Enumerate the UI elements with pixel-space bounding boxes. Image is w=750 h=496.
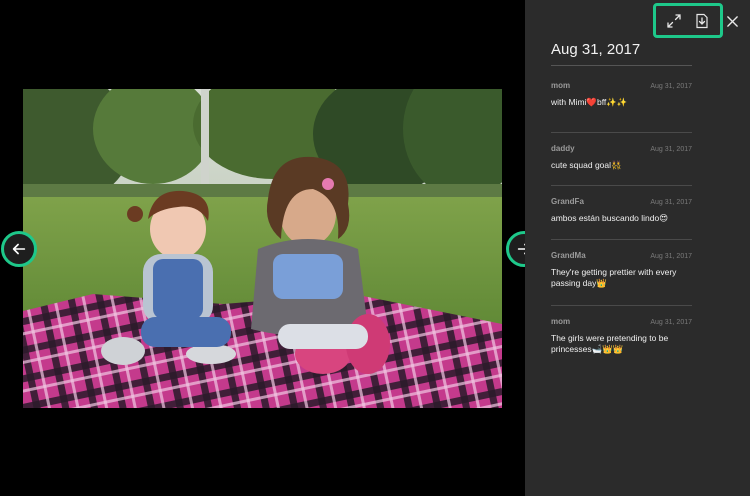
comment-item: daddy Aug 31, 2017 cute squad goal👯 <box>551 131 692 186</box>
photo-date-title: Aug 31, 2017 <box>551 41 641 58</box>
comments-sidebar: Aug 31, 2017 mom Aug 31, 2017 with Mimi❤… <box>525 0 750 496</box>
comment-item: mom Aug 31, 2017 The girls were pretendi… <box>551 304 692 359</box>
comment-author[interactable]: daddy <box>551 144 575 153</box>
photo-stage <box>0 0 542 496</box>
comment-author[interactable]: mom <box>551 317 570 326</box>
arrow-left-icon <box>12 243 26 255</box>
photo <box>23 89 502 408</box>
comment-list: mom Aug 31, 2017 with Mimi❤️bff✨✨ daddy … <box>551 78 692 358</box>
comment-text: cute squad goal👯 <box>551 159 622 170</box>
comment-item: mom Aug 31, 2017 with Mimi❤️bff✨✨ <box>551 78 692 132</box>
comment-author[interactable]: GrandMa <box>551 251 586 260</box>
comment-author[interactable]: GrandFa <box>551 197 584 206</box>
download-icon <box>696 13 708 28</box>
expand-arrows-icon <box>667 13 681 28</box>
comment-text: The girls were pretending to be princess… <box>551 332 669 354</box>
comment-date: Aug 31, 2017 <box>650 318 692 326</box>
comment-date: Aug 31, 2017 <box>650 83 692 90</box>
comment-date: Aug 31, 2017 <box>650 252 692 260</box>
comment-date: Aug 31, 2017 <box>650 199 692 206</box>
close-button[interactable] <box>723 12 741 30</box>
fullscreen-button[interactable] <box>662 9 686 33</box>
divider <box>551 65 692 66</box>
photo-toolbar <box>653 3 723 38</box>
comment-text: They're getting prettier with every pass… <box>551 266 677 288</box>
comment-date: Aug 31, 2017 <box>650 145 692 153</box>
comment-item: GrandMa Aug 31, 2017 They're getting pre… <box>551 238 692 305</box>
photo-image <box>23 89 502 408</box>
download-button[interactable] <box>690 9 714 33</box>
comment-item: GrandFa Aug 31, 2017 ambos están buscand… <box>551 185 692 239</box>
comment-text: with Mimi❤️bff✨✨ <box>551 97 628 107</box>
photo-viewer: Aug 31, 2017 mom Aug 31, 2017 with Mimi❤… <box>0 0 750 496</box>
comment-author[interactable]: mom <box>551 81 570 90</box>
previous-photo-button[interactable] <box>1 231 37 267</box>
close-icon <box>726 15 738 27</box>
comment-text: ambos están buscando lindo😍 <box>551 213 669 223</box>
